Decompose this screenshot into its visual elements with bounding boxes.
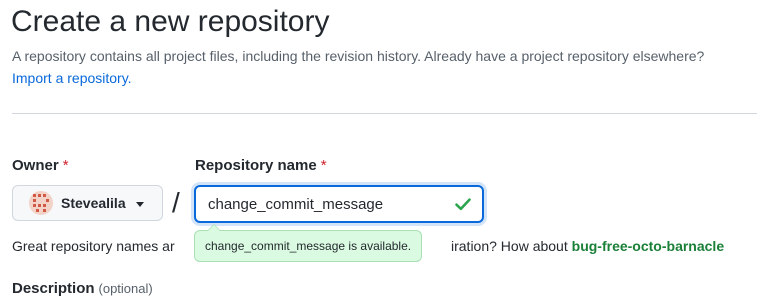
owner-label: Owner * — [12, 156, 69, 176]
repository-name-suggestion-hint: iration? How about bug-free-octo-barnacl… — [451, 236, 724, 256]
availability-tooltip: change_commit_message is available. — [194, 224, 423, 262]
owner-avatar — [29, 191, 53, 215]
description-label: Description (optional) — [12, 279, 153, 299]
section-divider — [12, 113, 757, 114]
suggested-repository-name[interactable]: bug-free-octo-barnacle — [572, 238, 724, 254]
repository-name-label: Repository name * — [195, 156, 327, 176]
import-repository-link[interactable]: Import a repository. — [12, 68, 132, 89]
owner-name: Stevealila — [61, 195, 126, 211]
chevron-down-icon — [135, 201, 144, 207]
description-label-text: Description — [12, 280, 95, 297]
description-optional-text: (optional) — [98, 281, 153, 296]
repository-name-hint: Great repository names ar — [12, 238, 175, 254]
owner-select-button[interactable]: Stevealila — [12, 185, 163, 221]
owner-repository-separator: / — [172, 187, 180, 218]
suggestion-prompt: iration? How about — [451, 238, 568, 254]
create-repository-page: Create a new repository A repository con… — [0, 0, 757, 306]
owner-label-text: Owner — [12, 157, 59, 174]
repository-name-required-marker: * — [320, 157, 327, 174]
repository-name-label-text: Repository name — [195, 157, 317, 174]
page-title: Create a new repository — [11, 5, 330, 38]
repository-name-field[interactable] — [194, 185, 484, 223]
page-description: A repository contains all project files,… — [12, 48, 705, 64]
check-icon — [455, 198, 471, 211]
owner-required-marker: * — [62, 157, 69, 174]
repository-name-input[interactable] — [208, 193, 438, 215]
